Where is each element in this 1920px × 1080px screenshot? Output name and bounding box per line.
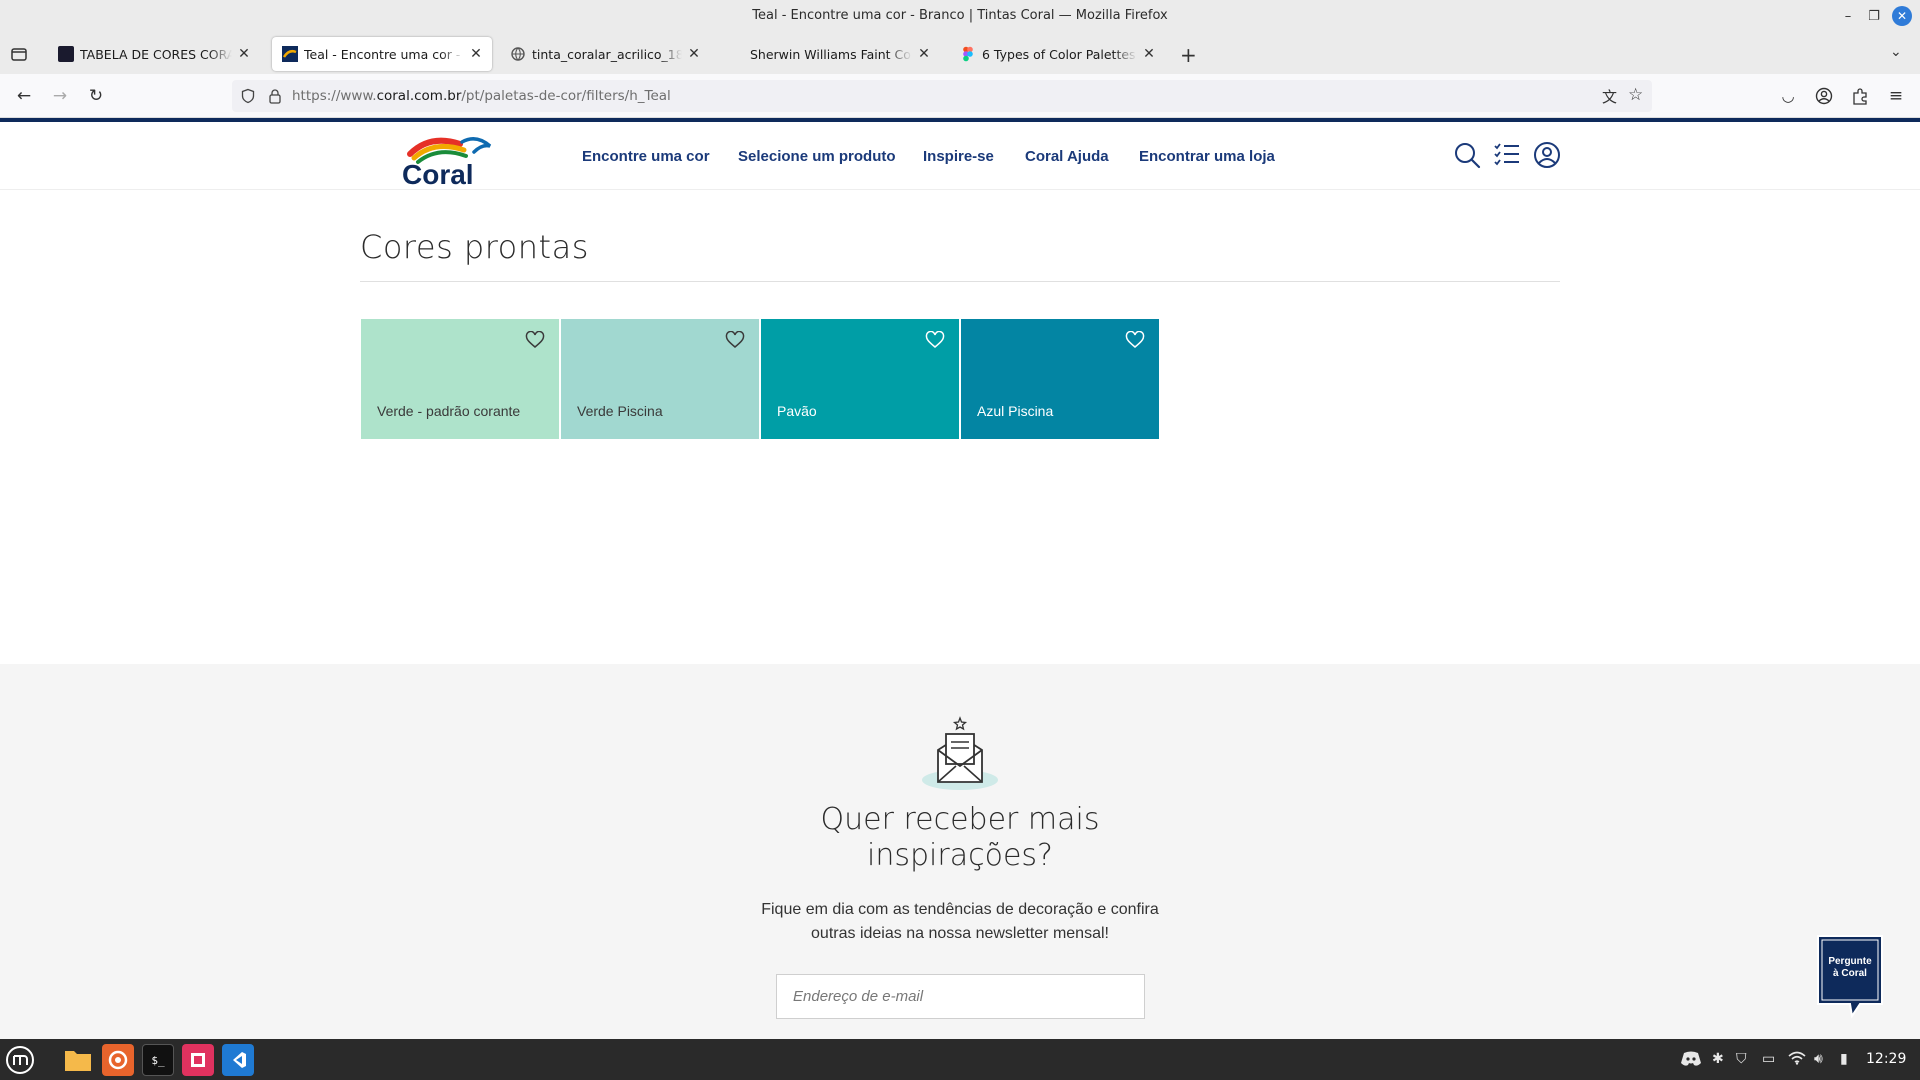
tab-tinta-coralar[interactable]: tinta_coralar_acrilico_18l_cor ✕ — [500, 37, 710, 71]
color-swatch[interactable]: Pavão — [761, 319, 959, 439]
close-window-icon[interactable]: ✕ — [1892, 6, 1912, 26]
search-icon[interactable] — [1452, 140, 1482, 170]
nav-encontre-uma-cor[interactable]: Encontre uma cor — [582, 148, 710, 165]
favorite-heart-icon[interactable] — [525, 331, 545, 349]
tab-bar: TABELA DE CORES CORAL – ✕ Teal - Encontr… — [0, 34, 1920, 74]
url-bar[interactable]: https://www.coral.com.br/pt/paletas-de-c… — [232, 80, 1652, 112]
back-icon[interactable]: ← — [12, 84, 36, 108]
email-field[interactable] — [776, 974, 1145, 1019]
close-tab-icon[interactable]: ✕ — [468, 46, 484, 62]
extensions-icon[interactable] — [1848, 84, 1872, 108]
files-folder-icon[interactable] — [62, 1044, 94, 1076]
swatch-name: Pavão — [777, 403, 817, 419]
window-titlebar: Teal - Encontre uma cor - Branco | Tinta… — [0, 0, 1920, 34]
checklist-icon[interactable] — [1492, 140, 1522, 170]
discord-tray-icon[interactable] — [1680, 1051, 1702, 1071]
generic-page-favicon-icon — [510, 46, 526, 62]
maximize-icon[interactable]: ❐ — [1864, 6, 1884, 26]
shield-tray-icon[interactable]: ⛉ — [1736, 1051, 1747, 1067]
navigation-toolbar: ← → ↻ https://www.coral.com.br/pt/paleta… — [0, 74, 1920, 118]
url-text: https://www.coral.com.br/pt/paletas-de-c… — [292, 88, 671, 104]
tab-manager-icon[interactable] — [8, 44, 30, 64]
clock[interactable]: 12:29 — [1866, 1051, 1906, 1067]
tab-teal-coral[interactable]: Teal - Encontre uma cor - Branco ✕ — [272, 37, 492, 71]
envelope-letter-icon — [922, 716, 998, 790]
menu-icon[interactable]: ≡ — [1884, 84, 1908, 108]
network-card-icon[interactable]: ▭ — [1762, 1051, 1775, 1067]
list-all-tabs-icon[interactable]: ⌄ — [1890, 44, 1902, 60]
linux-mint-menu-icon[interactable] — [4, 1044, 36, 1076]
tab-tabela-cores[interactable]: TABELA DE CORES CORAL – ✕ — [48, 37, 260, 71]
firefox-icon[interactable] — [102, 1044, 134, 1076]
site-header: Coral Encontre uma cor Selecione um prod… — [0, 122, 1920, 190]
swatch-name: Verde - padrão corante — [377, 403, 521, 419]
color-swatch[interactable]: Azul Piscina — [961, 319, 1159, 439]
title-divider — [360, 281, 1560, 282]
chat-label-line1: Pergunte — [1828, 956, 1872, 967]
bookmark-star-icon[interactable]: ☆ — [1628, 85, 1643, 105]
lock-icon[interactable] — [268, 88, 282, 104]
bluetooth-icon[interactable]: ✱ — [1712, 1051, 1724, 1067]
newsletter-title: Quer receber mais inspirações? — [820, 802, 1100, 873]
coral-favicon-icon — [282, 46, 298, 62]
nav-inspire-se[interactable]: Inspire-se — [923, 148, 994, 165]
close-tab-icon[interactable]: ✕ — [916, 46, 932, 62]
wifi-icon[interactable] — [1788, 1051, 1806, 1069]
account-icon[interactable] — [1812, 84, 1836, 108]
figma-favicon-icon — [960, 46, 976, 62]
forward-icon[interactable]: → — [48, 84, 72, 108]
nav-selecione-um-produto[interactable]: Selecione um produto — [738, 148, 896, 165]
close-tab-icon[interactable]: ✕ — [236, 46, 252, 62]
color-swatch[interactable]: Verde - padrão corante — [361, 319, 559, 439]
newsletter-description: Fique em dia com as tendências de decora… — [761, 901, 1159, 942]
terminal-icon[interactable]: $_ — [142, 1044, 174, 1076]
tab-sherwin-williams[interactable]: Sherwin Williams Faint Coral ✕ — [740, 37, 940, 71]
battery-icon[interactable]: ▮ — [1840, 1051, 1848, 1067]
close-tab-icon[interactable]: ✕ — [686, 46, 702, 62]
os-taskbar: $_ ✱ ⛉ ▭ 🔊︎ ▮ 12:29 — [0, 1039, 1920, 1080]
favorite-heart-icon[interactable] — [925, 331, 945, 349]
newsletter-section: Quer receber mais inspirações? Fique em … — [0, 664, 1920, 1039]
tab-color-palettes[interactable]: 6 Types of Color Palettes: De ✕ — [950, 37, 1165, 71]
swatch-name: Verde Piscina — [577, 403, 663, 419]
vscode-icon[interactable] — [222, 1044, 254, 1076]
figma-app-icon[interactable] — [182, 1044, 214, 1076]
black-square-favicon-icon — [58, 46, 74, 62]
pergunte-a-coral-chat-button[interactable]: Pergunte à Coral — [1814, 932, 1886, 1020]
user-account-icon[interactable] — [1532, 140, 1562, 170]
shield-icon[interactable] — [240, 88, 256, 104]
translate-icon[interactable]: 文 — [1602, 86, 1617, 107]
nav-coral-ajuda[interactable]: Coral Ajuda — [1025, 148, 1109, 165]
favorite-heart-icon[interactable] — [1125, 331, 1145, 349]
nav-encontrar-uma-loja[interactable]: Encontrar uma loja — [1139, 148, 1275, 165]
window-title: Teal - Encontre uma cor - Branco | Tinta… — [752, 8, 1168, 23]
favorite-heart-icon[interactable] — [725, 331, 745, 349]
svg-text:Coral: Coral — [402, 159, 474, 188]
color-swatch[interactable]: Verde Piscina — [561, 319, 759, 439]
swatch-name: Azul Piscina — [977, 403, 1054, 419]
new-tab-icon[interactable]: + — [1180, 43, 1197, 67]
volume-icon[interactable]: 🔊︎ — [1814, 1051, 1823, 1067]
minimize-icon[interactable]: – — [1838, 6, 1858, 26]
close-tab-icon[interactable]: ✕ — [1141, 46, 1157, 62]
page-title: Cores prontas — [360, 228, 589, 266]
reload-icon[interactable]: ↻ — [84, 84, 108, 108]
coral-logo[interactable]: Coral — [400, 132, 500, 188]
chat-label-line2: à Coral — [1833, 968, 1867, 979]
pocket-icon[interactable]: ◡ — [1776, 84, 1800, 108]
